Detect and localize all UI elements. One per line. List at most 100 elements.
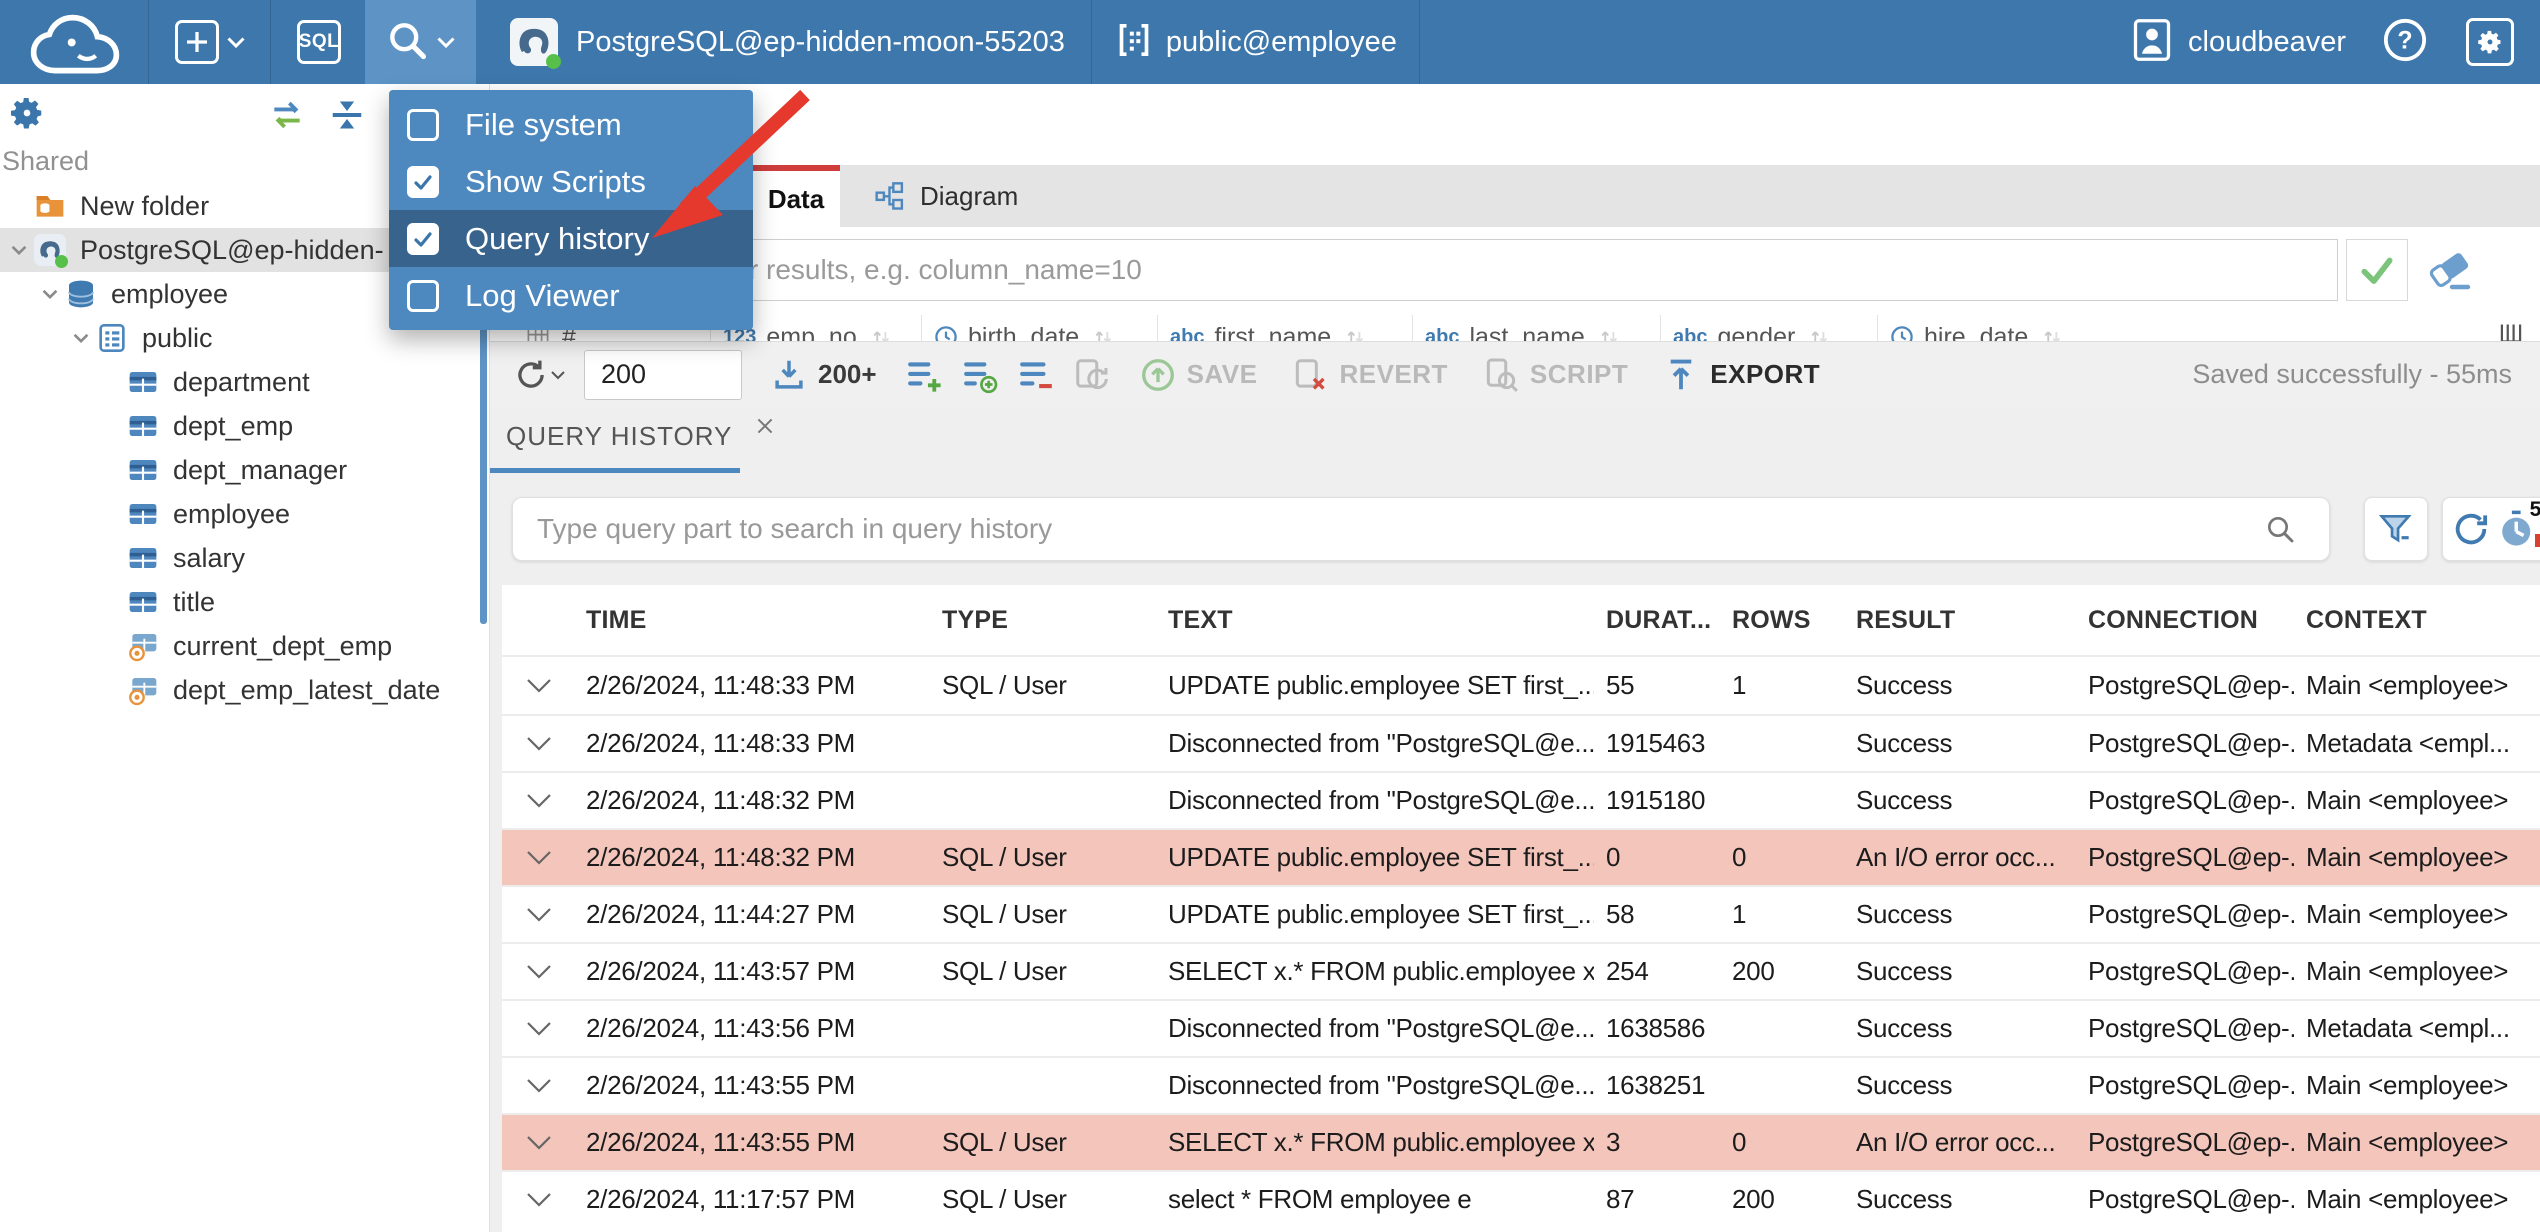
duplicate-row-button[interactable] bbox=[961, 356, 999, 394]
qh-column-type[interactable]: TYPE bbox=[930, 606, 1156, 635]
query-history-row[interactable]: 2/26/2024, 11:43:55 PM Disconnected from … bbox=[502, 1056, 2540, 1113]
qh-column-context[interactable]: CONTEXT bbox=[2294, 606, 2540, 635]
tree-item-dept-manager[interactable]: dept_manager bbox=[0, 448, 489, 492]
tree-item-dept-emp-latest-date[interactable]: dept_emp_latest_date bbox=[0, 668, 489, 712]
row-expand-chevron-icon[interactable] bbox=[502, 1070, 574, 1101]
connection-selector[interactable]: PostgreSQL@ep-hidden-moon-55203 bbox=[510, 18, 1065, 69]
save-button[interactable]: SAVE bbox=[1139, 356, 1258, 394]
qh-column-connection[interactable]: CONNECTION bbox=[2076, 606, 2294, 635]
qh-cell-time: 2/26/2024, 11:48:33 PM bbox=[586, 728, 856, 758]
query-history-filter-button[interactable] bbox=[2364, 497, 2428, 561]
sidebar-settings-gear-icon[interactable] bbox=[8, 94, 46, 132]
qh-column-durat[interactable]: DURAT... bbox=[1594, 606, 1720, 635]
tree-item-current-dept-emp[interactable]: current_dept_emp bbox=[0, 624, 489, 668]
tree-expand-chevron-icon[interactable] bbox=[4, 240, 34, 260]
qh-cell-result: Success bbox=[1856, 670, 1953, 700]
editor-header-band bbox=[490, 84, 2540, 165]
qh-column-result[interactable]: RESULT bbox=[1844, 606, 2076, 635]
filter-expression-input[interactable] bbox=[510, 239, 2338, 301]
tree-item-salary[interactable]: salary bbox=[0, 536, 489, 580]
menu-item-log-viewer[interactable]: Log Viewer bbox=[389, 267, 753, 324]
tree-item-department[interactable]: department bbox=[0, 360, 489, 404]
revert-button[interactable]: REVERT bbox=[1291, 356, 1447, 394]
query-history-refresh-group[interactable]: 5s bbox=[2442, 497, 2540, 561]
qh-cell-text: select * FROM employee e bbox=[1168, 1184, 1472, 1214]
qh-cell-rows: 1 bbox=[1732, 899, 1747, 929]
close-icon[interactable] bbox=[754, 415, 776, 437]
row-expand-chevron-icon[interactable] bbox=[502, 1013, 574, 1044]
fetch-more-button[interactable]: 200+ bbox=[770, 356, 877, 394]
user-menu[interactable]: cloudbeaver bbox=[2130, 18, 2346, 67]
tree-item-employee[interactable]: employee bbox=[0, 492, 489, 536]
qh-cell-time: 2/26/2024, 11:43:56 PM bbox=[586, 1013, 856, 1043]
tree-item-title[interactable]: title bbox=[0, 580, 489, 624]
tab-data[interactable]: Data bbox=[752, 165, 840, 227]
row-limit-input[interactable] bbox=[584, 349, 742, 400]
query-history-search-input[interactable] bbox=[512, 497, 2330, 561]
query-history-row[interactable]: 2/26/2024, 11:43:55 PM SQL / User SELECT x… bbox=[502, 1113, 2540, 1170]
row-expand-chevron-icon[interactable] bbox=[502, 842, 574, 873]
clear-filter-eraser-icon[interactable] bbox=[2428, 245, 2476, 293]
schema-icon bbox=[96, 322, 128, 354]
grid-column-last-name[interactable]: abc last_name bbox=[1412, 315, 1660, 341]
refresh-button[interactable] bbox=[512, 356, 566, 394]
qh-column-text[interactable]: TEXT bbox=[1156, 606, 1594, 635]
help-button[interactable]: ? bbox=[2382, 17, 2428, 68]
query-history-tab[interactable]: QUERY HISTORY bbox=[506, 418, 776, 452]
table-icon bbox=[127, 542, 159, 574]
script-button[interactable]: SCRIPT bbox=[1482, 356, 1628, 394]
row-expand-chevron-icon[interactable] bbox=[502, 670, 574, 701]
query-history-searchrow: 5s bbox=[512, 497, 2540, 567]
delete-row-button[interactable] bbox=[1017, 356, 1055, 394]
row-expand-chevron-icon[interactable] bbox=[502, 899, 574, 930]
sql-editor-button[interactable]: SQL bbox=[297, 20, 341, 64]
settings-button[interactable] bbox=[2466, 18, 2514, 66]
tree-expand-chevron-icon[interactable] bbox=[35, 284, 65, 304]
menu-item-file-system[interactable]: File system bbox=[389, 96, 753, 153]
menu-item-show-scripts[interactable]: Show Scripts bbox=[389, 153, 753, 210]
tree-item-dept-emp[interactable]: dept_emp bbox=[0, 404, 489, 448]
query-history-row[interactable]: 2/26/2024, 11:48:33 PM Disconnected from … bbox=[502, 714, 2540, 771]
query-history-row[interactable]: 2/26/2024, 11:43:57 PM SQL / User SELECT x… bbox=[502, 942, 2540, 999]
row-expand-chevron-icon[interactable] bbox=[502, 956, 574, 987]
view-tools-menu-button[interactable] bbox=[365, 0, 476, 84]
qh-cell-result: Success bbox=[1856, 899, 1953, 929]
collapse-all-icon[interactable] bbox=[328, 96, 366, 134]
new-connection-button[interactable] bbox=[175, 20, 246, 64]
refresh-grid-button[interactable] bbox=[1073, 356, 1111, 394]
query-history-row[interactable]: 2/26/2024, 11:48:32 PM Disconnected from … bbox=[502, 771, 2540, 828]
tree-expand-chevron-icon[interactable] bbox=[66, 328, 96, 348]
query-history-row[interactable]: 2/26/2024, 11:48:32 PM SQL / User UPDATE p… bbox=[502, 828, 2540, 885]
query-history-row[interactable]: 2/26/2024, 11:44:27 PM SQL / User UPDATE p… bbox=[502, 885, 2540, 942]
stop-auto-refresh-icon[interactable] bbox=[2535, 534, 2540, 547]
add-row-button[interactable] bbox=[905, 356, 943, 394]
query-history-table-body: 2/26/2024, 11:48:33 PM SQL / User UPDATE p… bbox=[502, 657, 2540, 1227]
qh-cell-connection: PostgreSQL@ep-... bbox=[2088, 1127, 2294, 1157]
export-button[interactable]: EXPORT bbox=[1662, 356, 1820, 394]
grid-column-hire-date[interactable]: hire_date bbox=[1877, 315, 2100, 341]
shared-section-label: Shared bbox=[2, 146, 90, 176]
tree-item-label: dept_emp bbox=[173, 410, 294, 441]
sync-navigation-icon[interactable] bbox=[268, 96, 306, 134]
tab-diagram[interactable]: Diagram bbox=[840, 165, 1052, 227]
qh-column-time[interactable]: TIME bbox=[574, 606, 930, 635]
query-history-row[interactable]: 2/26/2024, 11:43:56 PM Disconnected from … bbox=[502, 999, 2540, 1056]
schema-selector[interactable]: public@employee bbox=[1114, 20, 1397, 65]
grid-column-gender[interactable]: abc gender bbox=[1660, 315, 1877, 341]
query-history-row[interactable]: 2/26/2024, 11:48:33 PM SQL / User UPDATE p… bbox=[502, 657, 2540, 714]
qh-column-rows[interactable]: ROWS bbox=[1720, 606, 1844, 635]
divider bbox=[1418, 0, 1420, 84]
apply-filter-button[interactable] bbox=[2346, 239, 2408, 301]
row-expand-chevron-icon[interactable] bbox=[502, 1184, 574, 1215]
query-history-row[interactable]: 2/26/2024, 11:17:57 PM SQL / User select *… bbox=[502, 1170, 2540, 1227]
grid-column-birth-date[interactable]: birth_date bbox=[921, 315, 1157, 341]
menu-item-query-history[interactable]: Query history bbox=[389, 210, 753, 267]
cloudbeaver-logo-icon bbox=[22, 11, 128, 74]
column-picker-icon[interactable] bbox=[2498, 320, 2524, 341]
row-expand-chevron-icon[interactable] bbox=[502, 1127, 574, 1158]
grid-column-first-name[interactable]: abc first_name bbox=[1157, 315, 1412, 341]
row-expand-chevron-icon[interactable] bbox=[502, 785, 574, 816]
qh-cell-result: Success bbox=[1856, 728, 1953, 758]
refresh-icon[interactable] bbox=[2451, 509, 2491, 549]
row-expand-chevron-icon[interactable] bbox=[502, 728, 574, 759]
